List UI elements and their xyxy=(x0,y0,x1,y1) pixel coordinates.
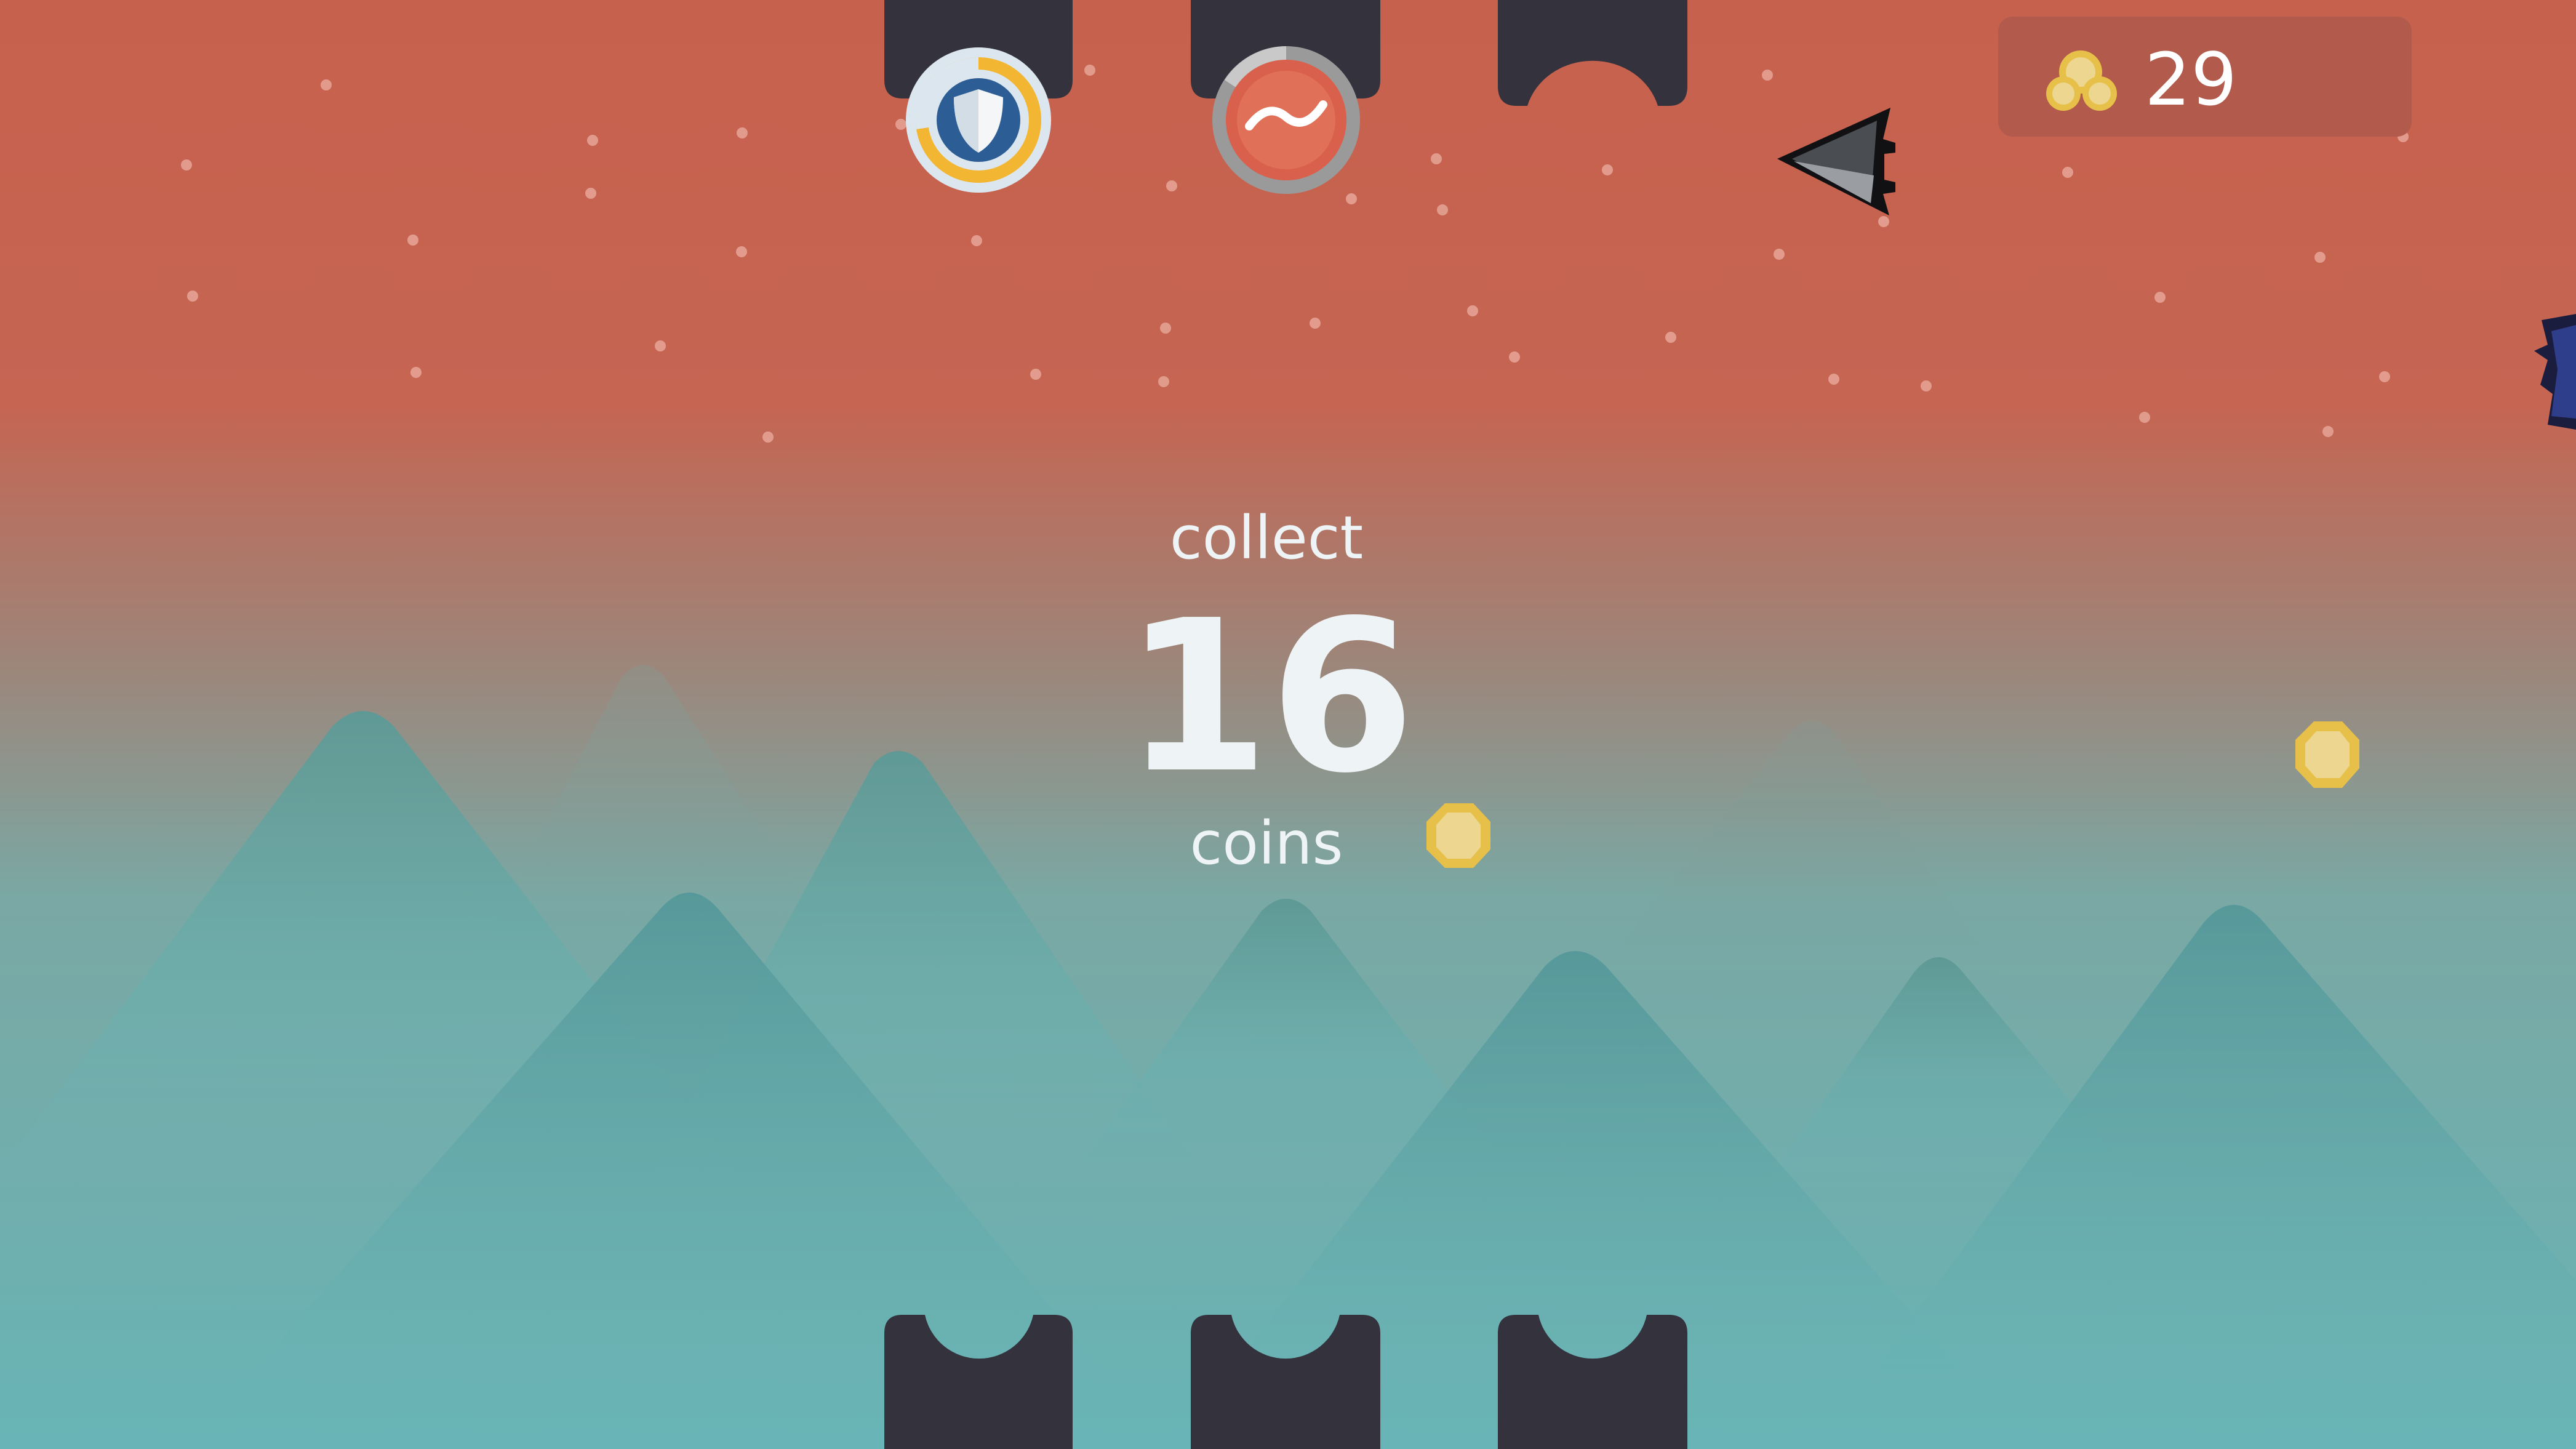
coin-count: 29 xyxy=(2145,37,2237,122)
objective-count: 16 xyxy=(1124,576,1415,819)
coin xyxy=(1426,803,1490,868)
game-scene[interactable]: 29 collect 16 coins xyxy=(0,0,2576,1449)
coin-counter-panel: 29 xyxy=(1998,17,2412,137)
objective-line1: collect xyxy=(1170,504,1363,572)
shield-powerup[interactable] xyxy=(906,47,1051,193)
game-canvas[interactable]: 29 collect 16 coins xyxy=(0,0,2576,1449)
wave-powerup[interactable] xyxy=(1212,46,1360,194)
objective-line2: coins xyxy=(1190,809,1343,878)
coin xyxy=(2295,721,2359,788)
